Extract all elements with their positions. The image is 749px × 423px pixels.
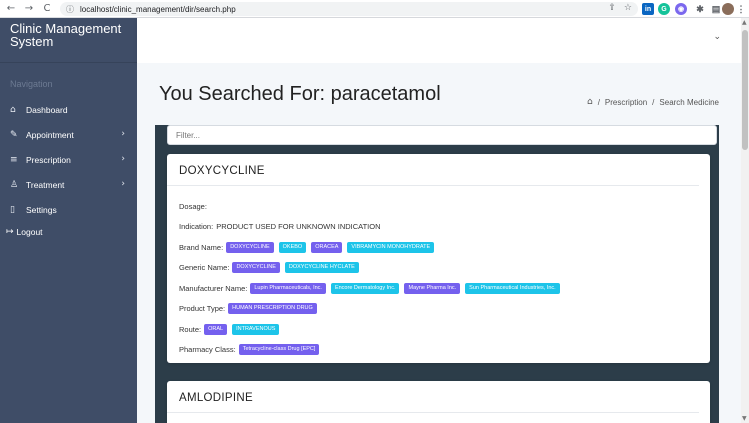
brand-badge: OKEBO [278, 241, 307, 253]
brand-badge: VIBRAMYCIN MONOHYDRATE [347, 241, 435, 253]
sidebar-item-label: Appointment [26, 129, 74, 140]
generic-badge: DOXYCYCLINE HYCLATE [284, 262, 359, 274]
sidebar-item-treatment[interactable]: ♙ Treatment › [0, 172, 137, 197]
breadcrumb-item-search-medicine: Search Medicine [659, 97, 719, 107]
brand-badge: DOXYCYCLINE [226, 241, 274, 253]
bookmark-star-icon[interactable]: ☆ [624, 3, 632, 13]
sidebar-item-label: Dashboard [26, 104, 68, 115]
address-bar[interactable]: ⓘ localhost/clinic_management/dir/search… [60, 2, 638, 16]
page-title: You Searched For: paracetamol [159, 83, 441, 105]
linkedin-extension-icon[interactable]: in [642, 3, 654, 15]
dosage-row: Dosage: [179, 196, 698, 217]
home-icon: ⌂ [10, 104, 16, 115]
url-text[interactable]: localhost/clinic_management/dir/search.p… [80, 5, 236, 14]
logout-icon: ↦ [6, 227, 14, 237]
pharmacy-class-label: Pharmacy Class: [179, 345, 236, 355]
scrollbar-thumb[interactable] [742, 30, 748, 150]
nav-heading: Navigation [10, 79, 53, 89]
medicine-name: DOXYCYCLINE [167, 154, 699, 186]
filter-input[interactable] [167, 125, 717, 145]
breadcrumb-item-prescription[interactable]: Prescription [605, 98, 647, 107]
medicine-card: DOXYCYCLINE Dosage: Indication: PRODUCT … [167, 154, 710, 363]
product-type-row: Product Type: HUMAN PRESCRIPTION DRUG [179, 299, 698, 320]
medicine-name: AMLODIPINE [167, 381, 699, 413]
sidebar-item-label: Prescription [26, 154, 71, 165]
chevron-down-icon[interactable]: ⌄ [713, 32, 721, 42]
sidebar-item-appointment[interactable]: ✎ Appointment › [0, 122, 137, 147]
sidebar: Clinic Management System Navigation ⌂ Da… [0, 18, 137, 423]
sidebar-item-dashboard[interactable]: ⌂ Dashboard [0, 97, 137, 122]
logout-label: Logout [16, 227, 43, 237]
bookmark-icon: ▯ [10, 204, 15, 215]
chevron-right-icon: › [121, 179, 125, 189]
brand-row: Brand Name: DOXYCYCLINE OKEBO ORACEA VIB… [179, 237, 698, 258]
manufacturer-badge: Sun Pharmaceutical Industries, Inc. [465, 282, 560, 294]
user-icon: ♙ [10, 179, 19, 190]
app-brand[interactable]: Clinic Management System [0, 18, 137, 63]
share-icon[interactable]: ⇪ [608, 3, 616, 13]
pharmacy-class-badge: Tetracycline-class Drug [EPC] [238, 344, 320, 356]
brand-badge: ORACEA [311, 241, 343, 253]
breadcrumb: ⌂ / Prescription / Search Medicine [587, 97, 719, 107]
chevron-right-icon: › [121, 129, 125, 139]
product-type-label: Product Type: [179, 304, 226, 314]
indication-row: Indication: PRODUCT USED FOR UNKNOWN IND… [179, 217, 698, 238]
forward-icon[interactable]: → [22, 2, 36, 16]
edit-icon: ✎ [10, 129, 18, 140]
generic-badge: DOXYCYCLINE [232, 262, 280, 274]
route-row: Route: ORAL INTRAVENOUS [179, 319, 698, 340]
reload-icon[interactable]: C [40, 2, 54, 16]
manufacturer-badge: Encore Dermatology Inc. [330, 282, 400, 294]
route-badge: INTRAVENOUS [232, 323, 280, 335]
profile-avatar[interactable] [722, 3, 734, 15]
scroll-up-icon[interactable]: ▲ [742, 19, 747, 26]
grammarly-extension-icon[interactable]: G [658, 3, 670, 15]
home-icon[interactable]: ⌂ [587, 97, 593, 107]
manufacturer-badge: Mayne Pharma Inc. [404, 282, 461, 294]
browser-toolbar: ← → C ⓘ localhost/clinic_management/dir/… [0, 0, 749, 18]
sidebar-item-prescription[interactable]: ≡ Prescription › [0, 147, 137, 172]
sidebar-item-label: Settings [26, 204, 57, 215]
breadcrumb-separator: / [597, 97, 600, 107]
pharmacy-class-row: Pharmacy Class: Tetracycline-class Drug … [179, 340, 698, 361]
scroll-down-icon[interactable]: ▼ [742, 415, 747, 422]
indication-value: PRODUCT USED FOR UNKNOWN INDICATION [216, 222, 381, 232]
list-icon: ≡ [10, 154, 18, 165]
top-header: ⌄ [137, 18, 741, 63]
sidebar-item-settings[interactable]: ▯ Settings [0, 197, 137, 222]
manufacturer-label: Manufacturer Name: [179, 283, 248, 293]
product-type-badge: HUMAN PRESCRIPTION DRUG [228, 303, 317, 315]
medicine-card: AMLODIPINE [167, 381, 710, 423]
generic-row: Generic Name: DOXYCYCLINE DOXYCYCLINE HY… [179, 258, 698, 279]
logout-link[interactable]: ↦ Logout [0, 222, 137, 242]
main-content: You Searched For: paracetamol ⌂ / Prescr… [137, 63, 741, 423]
route-label: Route: [179, 324, 202, 334]
page-scrollbar[interactable]: ▲ ▼ [741, 18, 749, 423]
manufacturer-row: Manufacturer Name: Lupin Pharmaceuticals… [179, 278, 698, 299]
brand-label: Brand Name: [179, 242, 224, 252]
generic-label: Generic Name: [179, 263, 230, 273]
dosage-label: Dosage: [179, 201, 207, 211]
indication-label: Indication: [179, 222, 214, 232]
site-info-icon[interactable]: ⓘ [66, 4, 74, 15]
breadcrumb-separator: / [652, 97, 655, 107]
extension-icon[interactable]: ◉ [675, 3, 687, 15]
reading-list-icon[interactable]: ▤ [710, 3, 722, 15]
back-icon[interactable]: ← [4, 2, 18, 16]
chevron-right-icon: › [121, 154, 125, 164]
browser-menu-icon[interactable]: ⋮ [737, 3, 746, 15]
sidebar-item-label: Treatment [26, 179, 65, 190]
route-badge: ORAL [204, 323, 228, 335]
manufacturer-badge: Lupin Pharmaceuticals, Inc. [250, 282, 326, 294]
extensions-puzzle-icon[interactable]: ✱ [694, 3, 706, 15]
